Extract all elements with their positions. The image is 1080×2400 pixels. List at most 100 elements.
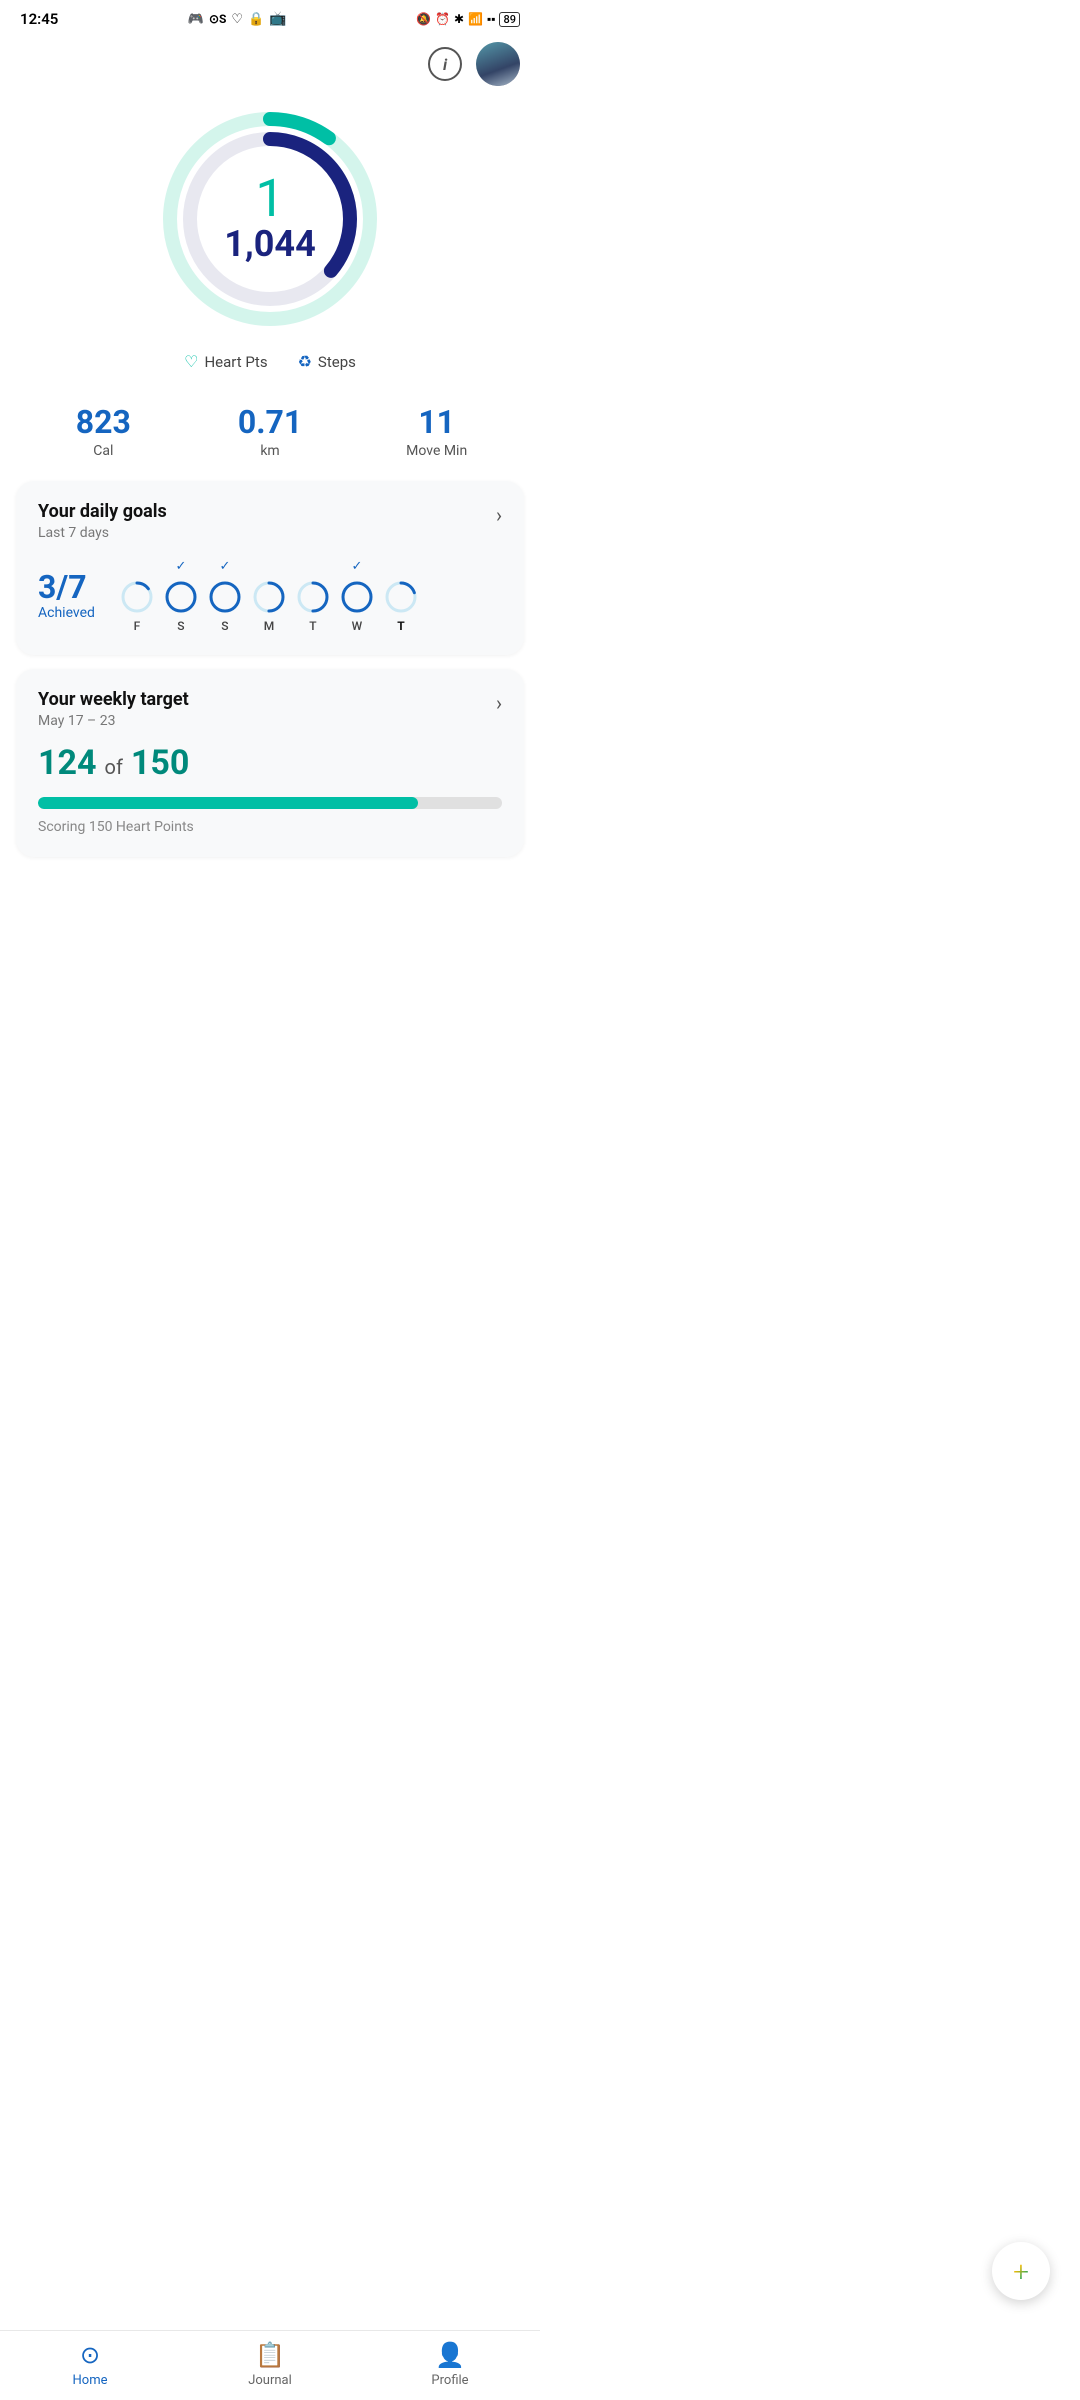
day-col-f: F: [119, 559, 155, 633]
journal-icon: 📋: [255, 2341, 285, 2369]
day-check: ✓: [351, 559, 362, 575]
activity-ring[interactable]: 1 1,044: [155, 104, 385, 334]
bottom-nav: ⊙ Home 📋 Journal 👤 Profile: [0, 2330, 540, 2400]
ring-legend: ♡ Heart Pts ♻ Steps: [184, 352, 356, 371]
stat-km: 0.71 km: [187, 403, 354, 459]
weekly-target-content: 124 of 150 Scoring 150 Heart Points: [38, 743, 502, 835]
day-label: T: [397, 619, 404, 633]
stat-move-min: 11 Move Min: [353, 403, 520, 459]
day-circle-svg: [251, 579, 287, 615]
day-circle-svg: [119, 579, 155, 615]
day-col-t: T: [383, 559, 419, 633]
achieved-label: Achieved: [38, 605, 95, 621]
daily-goals-title: Your daily goals: [38, 501, 167, 522]
ring-section: 1 1,044 ♡ Heart Pts ♻ Steps: [0, 94, 540, 389]
day-label: S: [177, 619, 184, 633]
info-button[interactable]: i: [428, 47, 462, 81]
km-value: 0.71: [187, 403, 354, 441]
legend-steps: ♻ Steps: [298, 352, 356, 371]
day-circle-svg: [295, 579, 331, 615]
status-right: 🔕 ⏰ ✱ 📶 ▪▪ 89: [416, 12, 520, 27]
daily-goals-card[interactable]: Your daily goals Last 7 days › 3/7 Achie…: [16, 481, 524, 655]
wifi-icon: 📶: [468, 12, 483, 26]
alarm-icon: ⏰: [435, 12, 450, 26]
weekly-target-title: Your weekly target: [38, 689, 189, 710]
ring-center: 1 1,044: [224, 173, 315, 265]
daily-goals-header: Your daily goals Last 7 days ›: [38, 501, 502, 541]
progress-bar-fill: [38, 797, 418, 809]
day-label: W: [352, 619, 363, 633]
day-circle-svg: [339, 579, 375, 615]
gamepad-icon: 🎮: [188, 12, 204, 27]
cal-value: 823: [20, 403, 187, 441]
heart-pts-icon: ♡: [184, 352, 198, 371]
move-min-value: 11: [353, 403, 520, 441]
weekly-target-header: Your weekly target May 17 – 23 ›: [38, 689, 502, 729]
target-nums: 124 of 150: [38, 743, 502, 783]
nav-journal[interactable]: 📋 Journal: [180, 2341, 360, 2388]
steps-label: Steps: [318, 353, 356, 371]
legend-heart-pts: ♡ Heart Pts: [184, 352, 267, 371]
achieved-block: 3/7 Achieved: [38, 571, 95, 621]
km-label: km: [187, 443, 354, 459]
day-check: ✓: [219, 559, 230, 575]
achieved-count: 3/7: [38, 571, 95, 603]
info-icon: i: [443, 55, 447, 74]
s-icon: ⊙S: [209, 12, 226, 26]
nav-home[interactable]: ⊙ Home: [0, 2341, 180, 2388]
weekly-target-chevron: ›: [496, 691, 502, 715]
target-note: Scoring 150 Heart Points: [38, 819, 502, 835]
day-col-w: ✓W: [339, 559, 375, 633]
mute-icon: 🔕: [416, 12, 431, 26]
day-label: T: [309, 619, 316, 633]
heart-pts-label: Heart Pts: [204, 353, 267, 371]
battery-level: 89: [499, 12, 520, 27]
target-current: 124: [38, 743, 97, 783]
daily-goals-title-block: Your daily goals Last 7 days: [38, 501, 167, 541]
status-bar: 12:45 🎮 ⊙S ♡ 🔒 📺 🔕 ⏰ ✱ 📶 ▪▪ 89: [0, 0, 540, 34]
cal-label: Cal: [20, 443, 187, 459]
steps-icon: ♻: [298, 352, 312, 371]
move-min-label: Move Min: [353, 443, 520, 459]
progress-bar-track: [38, 797, 502, 809]
steps-value: 1,044: [224, 225, 315, 265]
fab-plus-icon: +: [1013, 2255, 1029, 2288]
heart-pts-value: 1: [224, 173, 315, 225]
day-col-s: ✓S: [163, 559, 199, 633]
day-circle-svg: [163, 579, 199, 615]
stats-row: 823 Cal 0.71 km 11 Move Min: [0, 389, 540, 467]
top-bar: i: [0, 34, 540, 94]
day-check: ✓: [175, 559, 186, 575]
profile-label: Profile: [431, 2373, 468, 2388]
daily-goals-subtitle: Last 7 days: [38, 525, 167, 541]
weekly-target-title-block: Your weekly target May 17 – 23: [38, 689, 189, 729]
home-label: Home: [73, 2373, 108, 2388]
day-label: F: [134, 619, 141, 633]
status-icons: 🎮 ⊙S ♡ 🔒 📺: [188, 11, 287, 27]
day-label: S: [221, 619, 228, 633]
signal-icon: ▪▪: [487, 12, 496, 26]
day-col-s: ✓S: [207, 559, 243, 633]
day-col-t: T: [295, 559, 331, 633]
day-circles: F✓S✓SMT✓WT: [119, 559, 419, 633]
goals-content: 3/7 Achieved F✓S✓SMT✓WT: [38, 559, 502, 633]
weekly-target-date: May 17 – 23: [38, 713, 189, 729]
weekly-target-card[interactable]: Your weekly target May 17 – 23 › 124 of …: [16, 669, 524, 857]
heart-icon: ♡: [231, 12, 243, 27]
avatar[interactable]: [476, 42, 520, 86]
bluetooth-icon: ✱: [454, 12, 464, 26]
day-circle-svg: [383, 579, 419, 615]
target-total: 150: [131, 743, 190, 783]
day-label: M: [264, 619, 275, 633]
profile-icon: 👤: [435, 2341, 465, 2369]
stat-cal: 823 Cal: [20, 403, 187, 459]
daily-goals-chevron: ›: [496, 503, 502, 527]
avatar-image: [476, 42, 520, 86]
target-of: of: [105, 755, 123, 779]
day-col-m: M: [251, 559, 287, 633]
home-icon: ⊙: [80, 2341, 100, 2369]
nav-profile[interactable]: 👤 Profile: [360, 2341, 540, 2388]
status-time: 12:45: [20, 10, 58, 28]
fab-button[interactable]: +: [992, 2242, 1050, 2300]
lock-icon: 🔒: [248, 12, 264, 27]
